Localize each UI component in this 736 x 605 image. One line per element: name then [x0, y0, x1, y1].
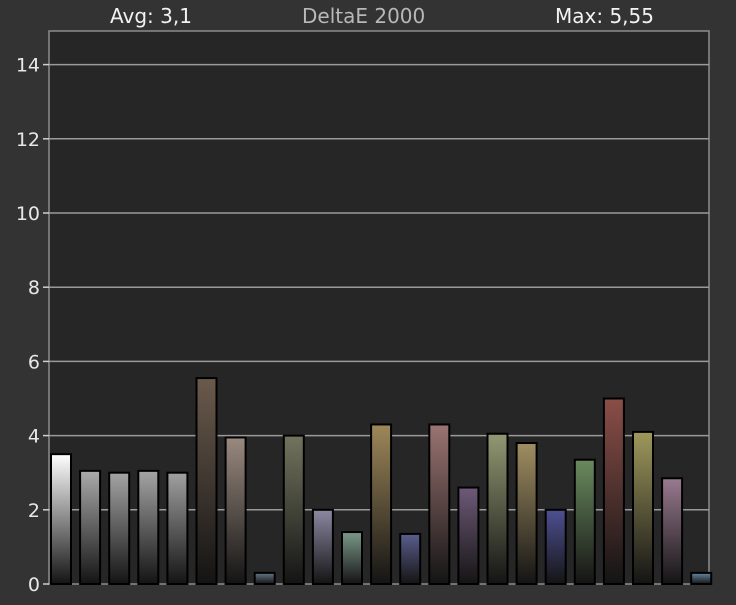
- bar-8: [253, 571, 276, 585]
- bar-1: [50, 453, 72, 585]
- bar-13: [399, 532, 422, 585]
- bar-11: [341, 531, 363, 585]
- y-tick-label: 12: [16, 129, 40, 151]
- bar-6: [195, 377, 218, 585]
- y-axis-ticks: 0 2 4 6 8 10 12 14: [16, 55, 49, 596]
- y-tick-label: 4: [28, 426, 40, 448]
- bar-18: [544, 508, 567, 585]
- y-tick-label: 8: [28, 277, 40, 299]
- bar-20: [602, 397, 625, 585]
- bar-12: [370, 423, 393, 585]
- chart-container: Avg: 3,1 DeltaE 2000 Max: 5,55 0 2 4 6 8 10 12…: [0, 0, 736, 605]
- bar-17: [515, 442, 538, 585]
- bar-2: [79, 469, 102, 585]
- bar-15: [457, 486, 480, 586]
- bar-16: [486, 432, 509, 585]
- bar-14: [428, 423, 451, 585]
- bar-22: [661, 477, 684, 586]
- y-tick-label: 6: [28, 351, 40, 373]
- bar-7: [224, 436, 247, 585]
- bar-10: [311, 508, 334, 585]
- bar-4: [137, 469, 160, 585]
- bar-21: [632, 430, 654, 586]
- y-tick-label: 0: [28, 574, 40, 596]
- y-tick-label: 14: [16, 55, 40, 77]
- y-tick-label: 10: [16, 203, 40, 225]
- bar-5: [166, 471, 189, 586]
- y-tick-label: 2: [28, 500, 40, 522]
- bar-23: [690, 571, 713, 585]
- bar-3: [108, 471, 131, 586]
- bar-9: [282, 434, 305, 585]
- bar-19: [573, 458, 596, 585]
- bar-chart: 0 2 4 6 8 10 12 14: [16, 30, 713, 596]
